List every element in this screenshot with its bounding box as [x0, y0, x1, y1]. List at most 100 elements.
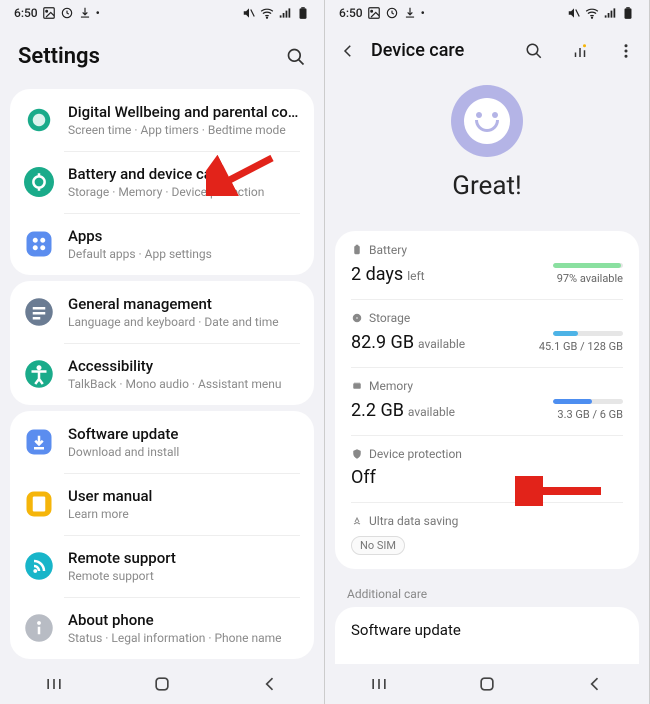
wifi-icon [585, 6, 599, 20]
metric-value: Off [351, 467, 376, 488]
row-subtitle: Status · Legal information · Phone name [68, 631, 300, 645]
status-time: 6:50 [339, 6, 363, 20]
row-subtitle: TalkBack · Mono audio · Assistant menu [68, 377, 300, 391]
row-subtitle: Download and install [68, 445, 300, 459]
wifi-icon [260, 6, 274, 20]
recents-button[interactable] [369, 674, 389, 694]
back-button[interactable] [585, 674, 605, 694]
recents-button[interactable] [44, 674, 64, 694]
device-status-hero: Great! [325, 71, 649, 225]
section-label: Additional care [325, 575, 649, 607]
update-icon [24, 427, 54, 457]
metric-header: Ultra data saving [351, 514, 623, 528]
metric-name: Memory [369, 379, 413, 393]
smiley-icon [451, 85, 523, 157]
phone-left: 6:50 • Settings Digital Wellbeing and pa… [0, 0, 325, 704]
software-update-row[interactable]: Software update [335, 607, 639, 664]
settings-row-battery[interactable]: Battery and device care Storage · Memory … [10, 151, 314, 213]
download-icon [78, 6, 92, 20]
sync-icon [60, 6, 74, 20]
row-label: About phone [68, 611, 300, 629]
settings-row-remote[interactable]: Remote support Remote support [10, 535, 314, 597]
row-label: User manual [68, 487, 300, 505]
back-button[interactable] [260, 674, 280, 694]
back-icon[interactable] [339, 42, 357, 60]
row-label: Battery and device care [68, 165, 300, 183]
android-navbar [0, 664, 324, 704]
battery-icon [296, 6, 310, 20]
row-subtitle: Remote support [68, 569, 300, 583]
metric-pill: No SIM [351, 536, 405, 555]
settings-list[interactable]: Digital Wellbeing and parental controlsS… [0, 83, 324, 664]
search-icon[interactable] [525, 42, 543, 60]
row-label: General management [68, 295, 300, 313]
more-icon[interactable] [617, 42, 635, 60]
settings-row-update[interactable]: Software update Download and install [10, 411, 314, 473]
metric-header: Storage [351, 311, 623, 325]
row-subtitle: Default apps · App settings [68, 247, 300, 261]
status-time: 6:50 [14, 6, 38, 20]
settings-row-wellbeing[interactable]: Digital Wellbeing and parental controlsS… [10, 89, 314, 151]
home-button[interactable] [477, 674, 497, 694]
metrics-card: Battery 2 daysleft 97% available Storage 82.… [335, 231, 639, 569]
metric-battery[interactable]: Battery 2 daysleft 97% available [335, 231, 639, 299]
metric-header: Device protection [351, 447, 623, 461]
metric-detail: 97% available [553, 272, 623, 285]
device-status-text: Great! [452, 171, 521, 201]
download-icon [403, 6, 417, 20]
metric-value: 82.9 GBavailable [351, 332, 465, 353]
chart-icon[interactable] [571, 42, 589, 60]
more-dot-icon: • [421, 6, 425, 20]
more-dot-icon: • [96, 6, 100, 20]
image-icon [42, 6, 56, 20]
android-navbar [325, 664, 649, 704]
general-icon [24, 297, 54, 327]
metric-storage[interactable]: Storage 82.9 GBavailable 45.1 GB / 128 GB [335, 299, 639, 367]
status-bar: 6:50 • [0, 0, 324, 26]
row-label: Apps [68, 227, 300, 245]
metric-memory[interactable]: Memory2.2 GBavailable3.3 GB / 6 GB [335, 367, 639, 435]
metric-datasave[interactable]: Ultra data saving No SIM [335, 502, 639, 569]
device-care-content[interactable]: Battery 2 daysleft 97% available Storage 82.… [325, 225, 649, 664]
row-subtitle: Language and keyboard · Date and time [68, 315, 300, 329]
settings-row-general[interactable]: General management Language and keyboard … [10, 281, 314, 343]
mute-icon [567, 6, 581, 20]
row-subtitle: Storage · Memory · Device protection [68, 185, 300, 199]
metric-name: Ultra data saving [369, 514, 458, 528]
sync-icon [385, 6, 399, 20]
device-care-header: Device care [325, 26, 649, 71]
row-label: Software update [68, 425, 300, 443]
metric-name: Device protection [369, 447, 462, 461]
accessibility-icon [24, 359, 54, 389]
metric-shield[interactable]: Device protection Off [335, 435, 639, 502]
row-subtitle: Screen time · App timers · Bedtime mode [68, 123, 300, 137]
metric-name: Battery [369, 243, 407, 257]
metric-detail: 45.1 GB / 128 GB [539, 340, 623, 353]
settings-row-manual[interactable]: User manual Learn more [10, 473, 314, 535]
metric-value: 2 daysleft [351, 264, 425, 285]
settings-row-apps[interactable]: Apps Default apps · App settings [10, 213, 314, 275]
row-label: Accessibility [68, 357, 300, 375]
settings-row-accessibility[interactable]: Accessibility TalkBack · Mono audio · Ass… [10, 343, 314, 405]
battery-icon [24, 167, 54, 197]
search-icon[interactable] [286, 47, 306, 67]
settings-header: Settings [0, 26, 324, 83]
status-bar: 6:50 • [325, 0, 649, 26]
battery-icon [621, 6, 635, 20]
software-update-label: Software update [351, 621, 623, 639]
row-subtitle: Learn more [68, 507, 300, 521]
row-label: Remote support [68, 549, 300, 567]
settings-row-about[interactable]: About phone Status · Legal information · … [10, 597, 314, 659]
image-icon [367, 6, 381, 20]
apps-icon [24, 229, 54, 259]
signal-icon [278, 6, 292, 20]
home-button[interactable] [152, 674, 172, 694]
wellbeing-icon [24, 105, 54, 135]
phone-right: 6:50 • Device care Great! Battery 2 daysl… [325, 0, 650, 704]
metric-header: Memory [351, 379, 623, 393]
signal-icon [603, 6, 617, 20]
mute-icon [242, 6, 256, 20]
metric-header: Battery [351, 243, 623, 257]
manual-icon [24, 489, 54, 519]
metric-name: Storage [369, 311, 410, 325]
